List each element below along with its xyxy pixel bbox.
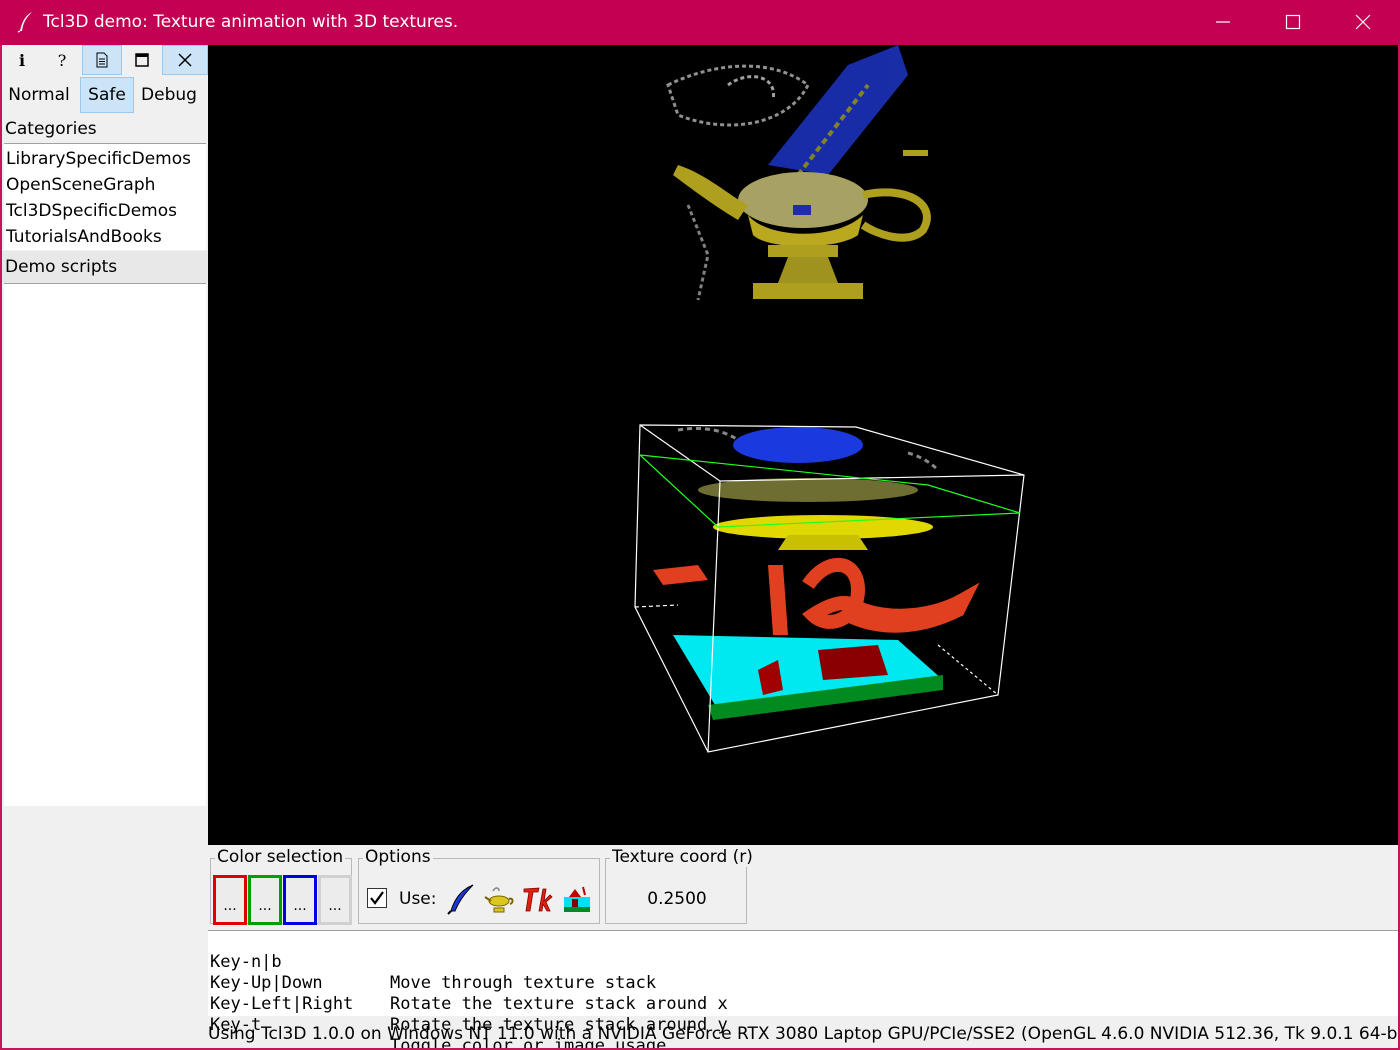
color-red-button[interactable]: ... [213, 875, 247, 925]
key-help-text: Key-n|b Move through texture stack Key-U… [208, 930, 1398, 1048]
color-green-button[interactable]: ... [248, 875, 282, 925]
info-button[interactable]: i [2, 45, 42, 75]
use-images-checkbox[interactable] [367, 888, 387, 908]
help-row: Key-Left|Right Rotate the texture stack … [210, 973, 728, 1035]
feather-icon[interactable] [445, 883, 477, 915]
help-desc: Rotate the texture stack around x [390, 994, 728, 1014]
close-button[interactable] [1328, 0, 1398, 45]
help-row: Key-Up|Down Rotate the texture stack aro… [210, 952, 728, 1014]
category-item[interactable]: TutorialsAndBooks [6, 224, 162, 250]
minimize-icon [1216, 21, 1230, 23]
minimize-button[interactable] [1188, 0, 1258, 45]
tk-logo-icon[interactable] [521, 883, 553, 915]
mode-safe-button[interactable]: Safe [80, 77, 134, 113]
opengl-canvas[interactable] [208, 45, 1398, 845]
close-icon [1355, 14, 1371, 30]
category-item[interactable]: OpenSceneGraph [6, 172, 155, 198]
checkmark-icon [370, 891, 384, 905]
magic-lamp-texture [666, 45, 931, 301]
color-selection-group: Color selection ... ... ... ... [210, 847, 352, 925]
help-desc: Move through texture stack [390, 973, 657, 993]
options-title: Options [363, 847, 433, 867]
document-button[interactable] [82, 45, 122, 75]
document-icon [96, 52, 108, 68]
maximize-icon [1285, 14, 1301, 30]
texture-coord-group: Texture coord (r) 0.2500 [605, 847, 755, 924]
mode-normal-button[interactable]: Normal [2, 77, 76, 113]
status-bar: Using Tcl3D 1.0.0 on Windows NT 11.0 wit… [208, 1024, 1398, 1044]
mode-debug-button[interactable]: Debug [136, 77, 202, 113]
demo-scripts-list[interactable] [4, 283, 206, 806]
window-title: Tcl3D demo: Texture animation with 3D te… [43, 12, 459, 32]
maximize-button[interactable] [1258, 0, 1328, 45]
category-item[interactable]: LibrarySpecificDemos [6, 146, 191, 172]
toolbar: i ? [2, 45, 208, 75]
category-item[interactable]: Tcl3DSpecificDemos [6, 198, 177, 224]
magic-lamp-icon[interactable] [483, 883, 515, 915]
texture-coord-value[interactable]: 0.2500 [606, 889, 748, 909]
title-bar: Tcl3D demo: Texture animation with 3D te… [0, 0, 1400, 45]
left-panel: i ? Normal Safe Debug Categories Library… [2, 45, 208, 1048]
close-icon [178, 53, 192, 67]
help-button[interactable]: ? [42, 45, 82, 75]
texture-coord-title: Texture coord (r) [610, 847, 755, 867]
exit-button[interactable] [162, 45, 208, 75]
texture-cube [634, 424, 1025, 753]
maximize-icon [135, 53, 149, 67]
use-label: Use: [399, 889, 437, 909]
info-icon: i [18, 50, 26, 70]
help-row: Key-n|b Move through texture stack [210, 931, 656, 993]
color-alpha-button[interactable]: ... [318, 875, 352, 925]
categories-list[interactable]: LibrarySpecificDemos OpenSceneGraph Tcl3… [4, 143, 206, 250]
demo-scripts-label: Demo scripts [2, 251, 208, 283]
window-client: i ? Normal Safe Debug Categories Library… [2, 45, 1398, 1048]
color-selection-title: Color selection [215, 847, 346, 867]
categories-label: Categories [5, 119, 97, 139]
fullscreen-button[interactable] [122, 45, 162, 75]
color-blue-button[interactable]: ... [283, 875, 317, 925]
texture-scene [634, 45, 1025, 753]
help-icon: ? [57, 50, 67, 70]
house-icon[interactable] [561, 883, 593, 915]
options-group: Options Use: [358, 847, 600, 924]
feather-app-icon[interactable] [16, 11, 36, 33]
mode-selector: Normal Safe Debug [2, 77, 208, 113]
help-row: Key-t Toggle color or image usage [210, 994, 666, 1048]
